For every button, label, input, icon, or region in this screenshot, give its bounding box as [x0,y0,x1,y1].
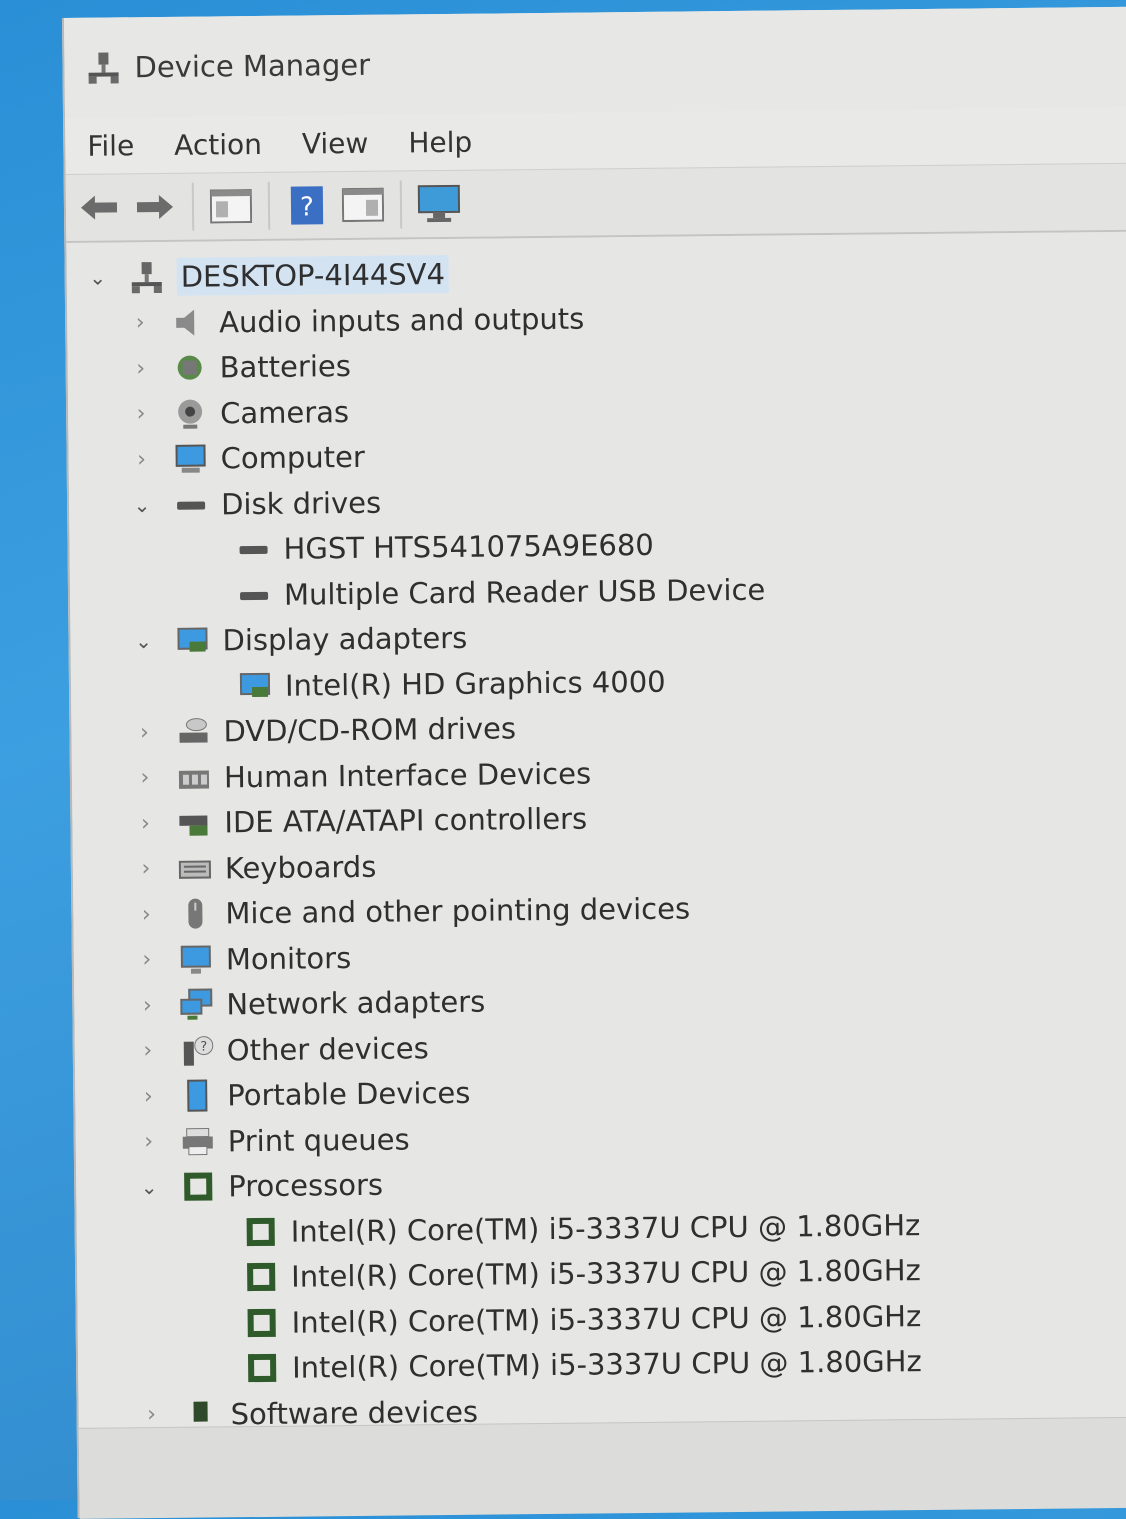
device-label: Intel(R) HD Graphics 4000 [284,664,666,703]
computer-network-icon [127,260,167,294]
expand-chevron-icon[interactable]: › [130,811,160,836]
display-adapter-icon [235,669,275,703]
mouse-icon [175,897,215,931]
properties-button[interactable] [340,182,386,228]
printer-icon [178,1124,218,1158]
device-label: Keyboards [224,849,377,886]
back-icon [80,195,118,220]
toolbar-separator [267,181,271,230]
network-adapter-icon [176,988,216,1022]
device-label: Audio inputs and outputs [219,301,585,340]
display-adapter-icon [172,624,212,658]
battery-icon [169,351,209,385]
dvd-drive-icon [173,715,213,749]
status-bar [78,1416,1126,1519]
svg-text:?: ? [200,1039,207,1054]
device-label: Disk drives [220,485,382,522]
device-label: Intel(R) Core(TM) i5-3337U CPU @ 1.80GHz [290,1207,921,1249]
toolbar-separator [191,182,195,231]
device-manager-app-icon [86,50,120,84]
device-manager-window: Device Manager File Action View Help ? ⌄… [62,6,1126,1519]
collapse-chevron-icon[interactable]: ⌄ [134,1175,164,1199]
title-bar[interactable]: Device Manager [63,6,1126,118]
device-label: Display adapters [222,621,468,658]
expand-chevron-icon[interactable]: ⌄ [83,265,113,290]
expand-chevron-icon[interactable]: › [134,1129,164,1154]
device-label: Intel(R) Core(TM) i5-3337U CPU @ 1.80GHz [291,1344,922,1385]
speaker-icon [169,305,209,339]
device-label: Cameras [219,394,350,431]
device-tree[interactable]: ⌄ DESKTOP-4I44SV4 › Audio inputs and outp… [66,231,1126,1455]
device-label: Batteries [219,349,352,385]
expand-chevron-icon[interactable]: › [126,356,156,381]
window-title: Device Manager [134,47,371,85]
expand-chevron-icon[interactable]: › [137,1402,167,1427]
menu-action[interactable]: Action [174,127,262,161]
device-label: DVD/CD-ROM drives [223,711,517,749]
menu-file[interactable]: File [87,129,134,162]
expand-chevron-icon[interactable]: › [131,902,161,927]
expand-chevron-icon[interactable]: › [132,947,162,972]
help-button[interactable]: ? [284,182,330,228]
other-devices-icon: ? [177,1033,217,1067]
expand-chevron-icon[interactable]: › [126,401,156,426]
hid-icon [174,760,214,794]
portable-device-icon [177,1079,217,1113]
expand-chevron-icon[interactable]: › [125,310,155,335]
expand-chevron-icon[interactable]: › [132,993,162,1018]
processor-icon [178,1170,218,1204]
device-label: Human Interface Devices [223,756,592,795]
toolbar: ? [65,162,1126,243]
svg-text:?: ? [300,192,314,222]
device-label: Computer [220,440,365,476]
computer-icon [170,442,210,476]
expand-chevron-icon[interactable]: › [130,765,160,790]
expand-chevron-icon[interactable]: › [129,720,159,745]
tree-root-label: DESKTOP-4I44SV4 [176,254,450,296]
show-hide-console-tree-icon [209,189,253,224]
device-label: Processors [228,1167,384,1204]
disk-drive-icon [171,487,211,521]
device-label: Other devices [226,1030,429,1068]
expand-chevron-icon[interactable]: › [133,1038,163,1063]
back-button[interactable] [76,184,122,230]
scan-hardware-icon [417,184,461,223]
expand-chevron-icon[interactable]: › [133,1084,163,1109]
expand-chevron-icon[interactable]: › [126,447,156,472]
menu-help[interactable]: Help [408,125,472,159]
processor-icon [241,1306,281,1340]
device-label: HGST HTS541075A9E680 [283,528,654,566]
device-label: Intel(R) Core(TM) i5-3337U CPU @ 1.80GHz [291,1253,921,1294]
processor-icon [241,1215,281,1249]
processor-icon [241,1260,281,1294]
properties-icon [341,187,385,223]
forward-icon [136,194,173,219]
device-label: Print queues [227,1122,410,1159]
collapse-chevron-icon[interactable]: ⌄ [127,493,157,517]
device-label: Monitors [225,940,352,977]
device-label: Mice and other pointing devices [225,891,691,931]
menu-view[interactable]: View [302,126,369,160]
forward-button[interactable] [132,184,178,230]
scan-hardware-button[interactable] [416,181,462,227]
collapse-chevron-icon[interactable]: ⌄ [128,629,158,653]
show-hide-console-tree-button[interactable] [208,183,254,229]
device-label: Multiple Card Reader USB Device [283,572,766,612]
help-icon: ? [290,186,324,225]
monitor-icon [176,942,216,976]
disk-drive-icon [234,578,274,612]
processor-icon [242,1351,282,1385]
device-label: Portable Devices [227,1076,471,1113]
camera-icon [170,396,210,430]
device-label: Intel(R) Core(TM) i5-3337U CPU @ 1.80GHz [291,1298,922,1340]
device-label: IDE ATA/ATAPI controllers [224,801,588,840]
keyboard-icon [175,851,215,885]
device-category-list: › Audio inputs and outputs › Batteries › Came… [67,290,1126,1439]
ide-controller-icon [174,806,214,840]
expand-chevron-icon[interactable]: › [131,856,161,881]
device-label: Network adapters [226,984,486,1022]
toolbar-separator [399,180,403,229]
disk-drive-icon [233,532,273,566]
